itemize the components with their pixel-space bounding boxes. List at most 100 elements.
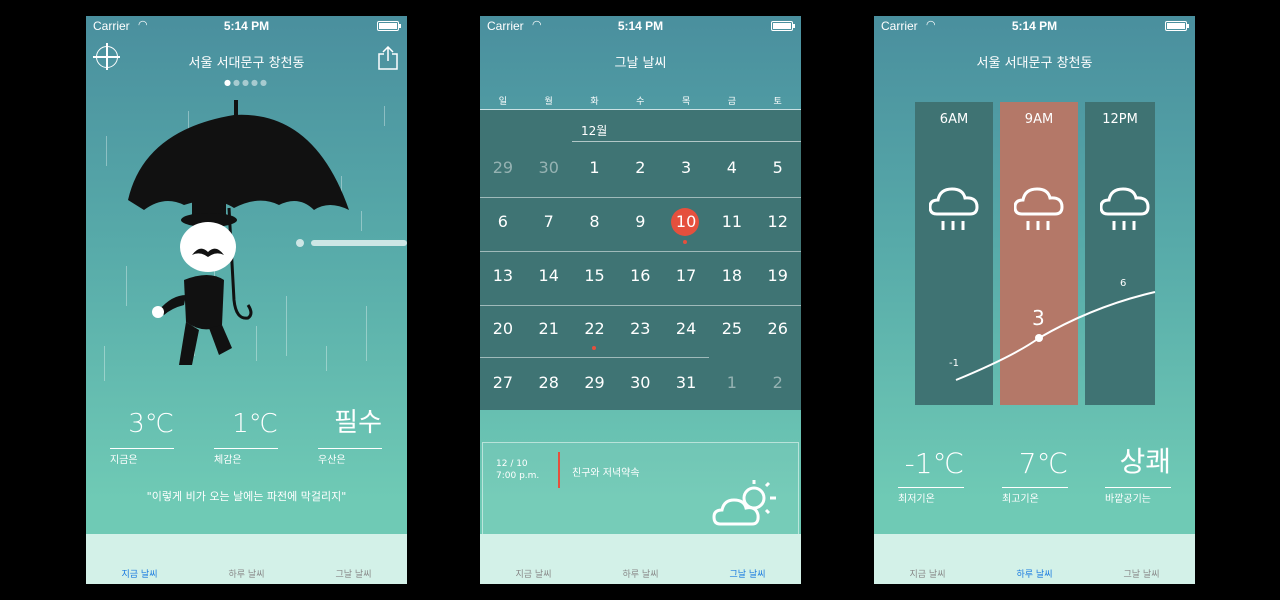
air-quality-value: 상쾌 <box>1119 445 1171 478</box>
calendar-day[interactable]: 10 <box>663 212 709 232</box>
umbrella-value: 필수 <box>334 408 382 438</box>
calendar-day[interactable]: 1 <box>709 373 755 393</box>
divider <box>898 486 964 488</box>
divider <box>572 141 801 142</box>
weekday-label: 일 <box>498 97 508 107</box>
max-temp-label: 최고기온 <box>1002 494 1039 505</box>
status-bar: Carrier ◠ 5:14 PM <box>480 16 801 36</box>
event-datetime: 12 / 10 7:00 p.m. <box>496 458 539 482</box>
tab-now-weather[interactable]: 지금 날씨 <box>480 567 587 580</box>
calendar-day[interactable]: 4 <box>709 158 755 178</box>
tab-bar: 지금 날씨 하루 날씨 그날 날씨 <box>480 534 801 584</box>
calendar-day[interactable]: 31 <box>663 373 709 393</box>
screen-title: 그날 날씨 <box>614 56 667 71</box>
calendar-day[interactable]: 14 <box>526 266 572 286</box>
calendar-day[interactable]: 24 <box>663 319 709 339</box>
status-time: 5:14 PM <box>617 19 664 33</box>
stat-min-temp: -1℃ 최저기온 <box>898 446 964 505</box>
max-temp-value: 7℃ <box>1018 447 1068 480</box>
tab-that-day-weather[interactable]: 그날 날씨 <box>300 567 407 580</box>
calendar-day[interactable]: 13 <box>480 266 526 286</box>
status-bar: Carrier ◠ 5:14 PM <box>86 16 407 36</box>
tab-bar: 지금 날씨 하루 날씨 그날 날씨 <box>86 534 407 584</box>
calendar-grid <box>480 110 801 410</box>
calendar-day[interactable]: 29 <box>572 373 618 393</box>
tab-that-day-weather[interactable]: 그날 날씨 <box>1088 567 1195 580</box>
event-title: 친구와 저녁약속 <box>572 468 640 479</box>
calendar-day[interactable]: 7 <box>526 212 572 232</box>
calendar-day[interactable]: 8 <box>572 212 618 232</box>
event-accent-bar <box>558 452 560 488</box>
month-label: 12월 <box>581 124 608 138</box>
divider <box>318 447 382 449</box>
calendar-day[interactable]: 2 <box>755 373 801 393</box>
tab-now-weather[interactable]: 지금 날씨 <box>874 567 981 580</box>
calendar-day[interactable]: 2 <box>617 158 663 178</box>
calendar-day[interactable]: 23 <box>617 319 663 339</box>
calendar-day[interactable]: 29 <box>480 158 526 178</box>
air-quality-label: 바깥공기는 <box>1105 494 1151 505</box>
tab-that-day-weather[interactable]: 그날 날씨 <box>694 567 801 580</box>
calendar-day[interactable]: 12 <box>755 212 801 232</box>
calendar-day[interactable]: 28 <box>526 373 572 393</box>
location-title: 서울 서대문구 창천동 <box>188 56 305 71</box>
feels-like-value: 1℃ <box>232 409 278 439</box>
temp-6am: -1 <box>949 358 959 369</box>
event-date: 12 / 10 <box>496 459 528 469</box>
event-dot <box>592 346 596 350</box>
calendar-day[interactable]: 16 <box>617 266 663 286</box>
current-temp-value: 3℃ <box>128 409 174 439</box>
event-dot <box>683 240 687 244</box>
stat-air-quality: 상쾌 바깥공기는 <box>1105 445 1171 505</box>
min-temp-value: -1℃ <box>904 447 964 480</box>
feels-like-label: 체감은 <box>214 455 242 466</box>
weekday-label: 금 <box>727 97 737 107</box>
calendar-day[interactable]: 21 <box>526 319 572 339</box>
tab-day-weather[interactable]: 하루 날씨 <box>587 567 694 580</box>
weekday-label: 목 <box>681 97 691 107</box>
weekday-label: 월 <box>544 97 553 107</box>
tab-day-weather[interactable]: 하루 날씨 <box>981 567 1088 580</box>
calendar-day[interactable]: 22 <box>572 319 618 339</box>
calendar-day[interactable]: 5 <box>755 158 801 178</box>
weekday-label: 토 <box>773 97 782 107</box>
calendar-day[interactable]: 1 <box>572 158 618 178</box>
screen-calendar: Carrier ◠ 5:14 PM 그날 날씨 일 월 화 수 목 금 토 12… <box>480 16 801 584</box>
temp-12pm: 6 <box>1120 278 1127 289</box>
divider <box>110 447 174 449</box>
tab-bar: 지금 날씨 하루 날씨 그날 날씨 <box>874 534 1195 584</box>
calendar-day[interactable]: 17 <box>663 266 709 286</box>
divider <box>1002 486 1068 488</box>
partly-cloudy-icon <box>712 480 776 526</box>
tab-day-weather[interactable]: 하루 날씨 <box>193 567 300 580</box>
calendar-day[interactable]: 18 <box>709 266 755 286</box>
event-time: 7:00 p.m. <box>496 471 540 481</box>
calendar-day[interactable]: 26 <box>755 319 801 339</box>
page-dot: ● <box>242 78 251 87</box>
stat-umbrella: 필수 우산은 <box>318 404 382 466</box>
min-temp-label: 최저기온 <box>898 494 935 505</box>
divider <box>1105 486 1171 488</box>
calendar-day[interactable]: 11 <box>709 212 755 232</box>
calendar-day[interactable]: 30 <box>617 373 663 393</box>
battery-icon <box>771 21 795 31</box>
calendar-day[interactable]: 25 <box>709 319 755 339</box>
stat-feels-like: 1℃ 체감은 <box>214 404 278 466</box>
stat-max-temp: 7℃ 최고기온 <box>1002 446 1068 505</box>
weather-quote: "이렇게 비가 오는 날에는 파전에 막걸리지" <box>146 490 347 503</box>
calendar-day[interactable]: 6 <box>480 212 526 232</box>
temperature-curve <box>955 291 1156 381</box>
calendar-day[interactable]: 15 <box>572 266 618 286</box>
current-temp-label: 지금은 <box>110 455 138 466</box>
tab-now-weather[interactable]: 지금 날씨 <box>86 567 193 580</box>
divider <box>480 197 801 198</box>
calendar-day[interactable]: 27 <box>480 373 526 393</box>
calendar-day[interactable]: 3 <box>663 158 709 178</box>
umbrella-man-illustration <box>128 100 407 365</box>
calendar-day[interactable]: 20 <box>480 319 526 339</box>
page-indicator[interactable]: ●●●●● <box>86 78 407 87</box>
calendar-day[interactable]: 9 <box>617 212 663 232</box>
calendar-day[interactable]: 30 <box>526 158 572 178</box>
calendar-day[interactable]: 19 <box>755 266 801 286</box>
temp-9am: 3 <box>1032 306 1045 330</box>
